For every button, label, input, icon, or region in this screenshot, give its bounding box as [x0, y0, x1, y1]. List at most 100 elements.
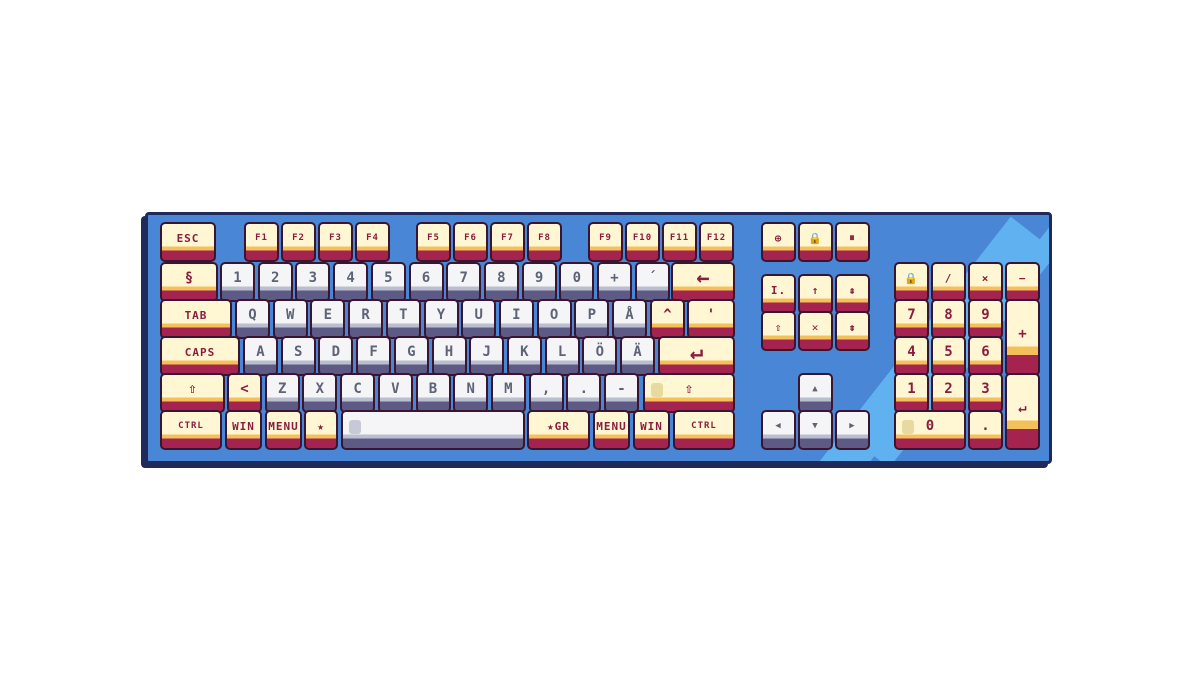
- key-f12[interactable]: F12: [699, 222, 734, 262]
- key-numpad-row4-2[interactable]: 3: [968, 373, 1003, 413]
- key-num-7[interactable]: 8: [483, 262, 519, 302]
- key-num-10[interactable]: +: [597, 262, 632, 302]
- key-home-3[interactable]: F: [356, 336, 392, 376]
- key-bottom-left-0[interactable]: CTRL: [160, 410, 222, 450]
- key-letter-0[interactable]: Q: [235, 299, 270, 339]
- key-f2[interactable]: F2: [281, 222, 316, 262]
- key-home-5[interactable]: H: [431, 336, 467, 376]
- key-numpad-row2-2[interactable]: 9: [968, 299, 1003, 339]
- key-numpad-row3-0[interactable]: 4: [894, 336, 929, 376]
- key-bottom-left-2[interactable]: MENU: [265, 410, 302, 450]
- key-nav-bottom-0[interactable]: ⇧: [761, 311, 796, 351]
- key-f11[interactable]: F11: [662, 222, 697, 262]
- key-num-9[interactable]: 0: [559, 262, 595, 302]
- key-system-1[interactable]: ⊕: [761, 222, 796, 262]
- key-letter-6[interactable]: U: [461, 299, 497, 339]
- key-letter-5[interactable]: Y: [423, 299, 459, 339]
- key-shift-row-4[interactable]: V: [377, 373, 413, 413]
- key-numpad-enter[interactable]: ↵: [1005, 373, 1040, 450]
- key-left-shift[interactable]: ⇧: [160, 373, 225, 413]
- key-home-0[interactable]: A: [243, 336, 278, 376]
- key-arrow-up[interactable]: ▲: [798, 373, 833, 413]
- key-numpad-top-0[interactable]: 🔒: [894, 262, 929, 302]
- key-home-6[interactable]: J: [469, 336, 505, 376]
- key-section[interactable]: §: [160, 262, 218, 302]
- key-nav-bottom-2[interactable]: ⇟: [835, 311, 870, 351]
- key-numpad-top-3[interactable]: −: [1005, 262, 1040, 302]
- key-numpad-row4-0[interactable]: 1: [894, 373, 929, 413]
- key-esc[interactable]: ESC: [160, 222, 216, 262]
- key-shift-row-1[interactable]: Z: [264, 373, 300, 413]
- key-bottom-left-1[interactable]: WIN: [225, 410, 262, 450]
- key-bottom-right-0[interactable]: ★GR: [527, 410, 590, 450]
- key-f1[interactable]: F1: [244, 222, 279, 262]
- key-shift-row-7[interactable]: M: [490, 373, 526, 413]
- key-shift-row-8[interactable]: ,: [528, 373, 564, 413]
- key-numpad-top-1[interactable]: /: [931, 262, 966, 302]
- key-shift-row-6[interactable]: N: [453, 373, 489, 413]
- key-num-8[interactable]: 9: [521, 262, 557, 302]
- key-num-11[interactable]: ´: [634, 262, 670, 302]
- key-f4[interactable]: F4: [355, 222, 390, 262]
- key-bottom-right-1[interactable]: MENU: [593, 410, 630, 450]
- key-caps[interactable]: CAPS: [160, 336, 240, 376]
- key-system-3[interactable]: ⏸: [835, 222, 870, 262]
- key-shift-row-2[interactable]: X: [302, 373, 338, 413]
- key-num-5[interactable]: 6: [408, 262, 444, 302]
- key-home-7[interactable]: K: [506, 336, 542, 376]
- key-num-6[interactable]: 7: [446, 262, 482, 302]
- key-f7[interactable]: F7: [490, 222, 525, 262]
- key-space[interactable]: [341, 410, 525, 450]
- key-letter-4[interactable]: T: [385, 299, 421, 339]
- key-f6[interactable]: F6: [453, 222, 488, 262]
- key-bottom-right-3[interactable]: CTRL: [673, 410, 735, 450]
- key-letter-3[interactable]: R: [348, 299, 384, 339]
- key-home-9[interactable]: Ö: [582, 336, 618, 376]
- key-letter-8[interactable]: O: [536, 299, 572, 339]
- key-f9[interactable]: F9: [588, 222, 623, 262]
- key-letter-7[interactable]: I: [498, 299, 534, 339]
- key-bottom-left-3[interactable]: ★: [304, 410, 338, 450]
- key-f3[interactable]: F3: [318, 222, 353, 262]
- key-caret[interactable]: ^: [650, 299, 685, 339]
- key-numpad-dot[interactable]: .: [968, 410, 1003, 450]
- key-home-10[interactable]: Ä: [620, 336, 655, 376]
- key-home-8[interactable]: L: [544, 336, 580, 376]
- key-f10[interactable]: F10: [625, 222, 660, 262]
- key-system-2[interactable]: 🔒: [798, 222, 833, 262]
- key-letter-2[interactable]: E: [310, 299, 346, 339]
- key-num-0[interactable]: 1: [220, 262, 255, 302]
- key-nav-top-2[interactable]: ⇞: [835, 274, 870, 314]
- key-arrow-left[interactable]: ◀: [761, 410, 796, 450]
- key-num-1[interactable]: 2: [257, 262, 293, 302]
- key-num-3[interactable]: 4: [333, 262, 369, 302]
- key-right-shift[interactable]: ⇧: [643, 373, 735, 413]
- key-shift-row-9[interactable]: .: [566, 373, 602, 413]
- key-numpad-row3-2[interactable]: 6: [968, 336, 1003, 376]
- key-numpad-zero[interactable]: 0: [894, 410, 966, 450]
- key-nav-top-1[interactable]: ↑: [798, 274, 833, 314]
- key-numpad-top-2[interactable]: ×: [968, 262, 1003, 302]
- key-num-4[interactable]: 5: [370, 262, 406, 302]
- key-less-than[interactable]: <: [227, 373, 262, 413]
- key-arrow-right[interactable]: ▶: [835, 410, 870, 450]
- key-shift-row-5[interactable]: B: [415, 373, 451, 413]
- key-numpad-row2-1[interactable]: 8: [931, 299, 966, 339]
- key-f8[interactable]: F8: [527, 222, 562, 262]
- key-tab[interactable]: TAB: [160, 299, 232, 339]
- key-home-1[interactable]: S: [280, 336, 316, 376]
- key-num-2[interactable]: 3: [295, 262, 331, 302]
- key-shift-row-3[interactable]: C: [340, 373, 376, 413]
- key-shift-row-10[interactable]: -: [604, 373, 639, 413]
- key-numpad-plus[interactable]: +: [1005, 299, 1040, 376]
- key-numpad-row4-1[interactable]: 2: [931, 373, 966, 413]
- key-nav-bottom-1[interactable]: ✕: [798, 311, 833, 351]
- key-f5[interactable]: F5: [416, 222, 451, 262]
- key-home-4[interactable]: G: [393, 336, 429, 376]
- key-letter-10[interactable]: Å: [612, 299, 647, 339]
- key-numpad-row2-0[interactable]: 7: [894, 299, 929, 339]
- key-home-2[interactable]: D: [318, 336, 354, 376]
- key-apostrophe[interactable]: ': [687, 299, 735, 339]
- key-bottom-right-2[interactable]: WIN: [633, 410, 670, 450]
- key-nav-top-0[interactable]: I.: [761, 274, 796, 314]
